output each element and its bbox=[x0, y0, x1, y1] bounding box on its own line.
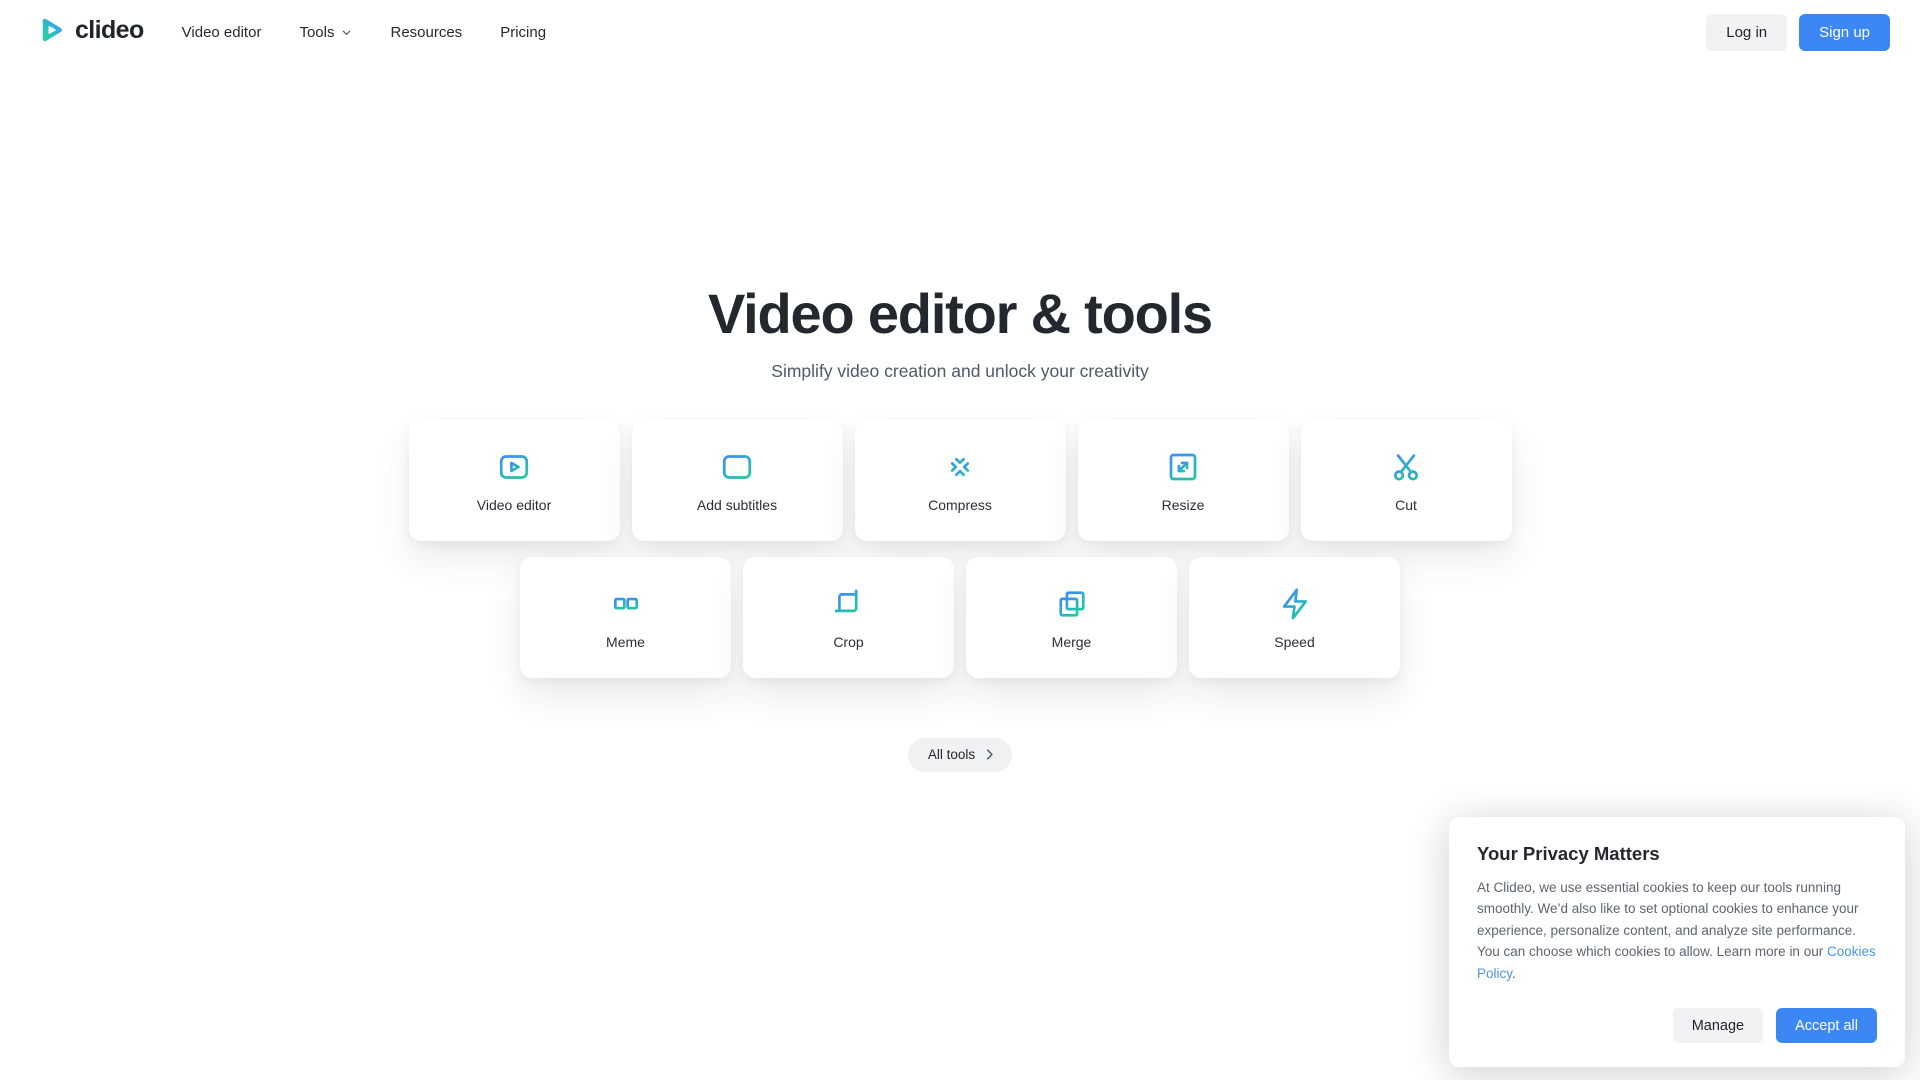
tool-card-compress[interactable]: Compress bbox=[855, 420, 1066, 541]
crop-icon bbox=[830, 585, 868, 623]
nav-item-label: Resources bbox=[390, 24, 462, 41]
tool-card-add-subtitles[interactable]: Add subtitles bbox=[632, 420, 843, 541]
tool-card-label: Speed bbox=[1274, 634, 1314, 650]
lightning-icon bbox=[1276, 585, 1314, 623]
tool-card-label: Video editor bbox=[477, 497, 551, 513]
nav-item-pricing[interactable]: Pricing bbox=[500, 24, 546, 41]
page-title: Video editor & tools bbox=[0, 285, 1920, 344]
tool-card-cut[interactable]: Cut bbox=[1301, 420, 1512, 541]
compress-icon bbox=[941, 448, 979, 486]
tool-card-resize[interactable]: Resize bbox=[1078, 420, 1289, 541]
main-content: Video editor & tools Simplify video crea… bbox=[0, 285, 1920, 772]
login-button[interactable]: Log in bbox=[1706, 14, 1787, 51]
video-editor-icon bbox=[495, 448, 533, 486]
nav-item-resources[interactable]: Resources bbox=[390, 24, 462, 41]
all-tools-label: All tools bbox=[928, 747, 975, 762]
tool-card-label: Merge bbox=[1052, 634, 1092, 650]
cookie-dialog-body: At Clideo, we use essential cookies to k… bbox=[1477, 877, 1877, 985]
tool-card-label: Meme bbox=[606, 634, 645, 650]
resize-icon bbox=[1164, 448, 1202, 486]
signup-button[interactable]: Sign up bbox=[1799, 14, 1890, 51]
meme-icon bbox=[607, 585, 645, 623]
top-nav: clideo Video editor Tools Resources Pric… bbox=[0, 0, 1920, 64]
tool-cards-row: Video editor Add subtitles Compress Resi… bbox=[409, 420, 1512, 541]
tool-cards-row: Meme Crop Merge Speed bbox=[520, 557, 1400, 678]
nav-item-label: Pricing bbox=[500, 24, 546, 41]
tool-card-label: Crop bbox=[833, 634, 863, 650]
tool-card-merge[interactable]: Merge bbox=[966, 557, 1177, 678]
main-nav: Video editor Tools Resources Pricing bbox=[182, 24, 546, 41]
tool-card-label: Resize bbox=[1162, 497, 1205, 513]
subtitles-icon bbox=[718, 448, 756, 486]
manage-cookies-button[interactable]: Manage bbox=[1673, 1008, 1763, 1043]
auth-buttons: Log in Sign up bbox=[1706, 14, 1890, 51]
all-tools-button[interactable]: All tools bbox=[908, 738, 1012, 772]
tool-card-crop[interactable]: Crop bbox=[743, 557, 954, 678]
hero-section: Video editor & tools Simplify video crea… bbox=[0, 285, 1920, 382]
nav-item-video-editor[interactable]: Video editor bbox=[182, 24, 262, 41]
nav-item-label: Video editor bbox=[182, 24, 262, 41]
chevron-right-icon bbox=[982, 747, 997, 762]
tool-card-label: Cut bbox=[1395, 497, 1417, 513]
brand-wordmark: clideo bbox=[75, 16, 144, 45]
page-subtitle: Simplify video creation and unlock your … bbox=[0, 361, 1920, 382]
clideo-logo[interactable]: clideo bbox=[36, 15, 144, 50]
play-logo-icon bbox=[36, 15, 66, 50]
tool-card-speed[interactable]: Speed bbox=[1189, 557, 1400, 678]
scissors-icon bbox=[1387, 448, 1425, 486]
merge-icon bbox=[1053, 585, 1091, 623]
accept-all-cookies-button[interactable]: Accept all bbox=[1776, 1008, 1877, 1043]
nav-item-label: Tools bbox=[299, 24, 334, 41]
nav-item-tools[interactable]: Tools bbox=[299, 24, 352, 41]
tool-card-video-editor[interactable]: Video editor bbox=[409, 420, 620, 541]
cookie-dialog-title: Your Privacy Matters bbox=[1477, 843, 1877, 865]
tool-card-label: Add subtitles bbox=[697, 497, 777, 513]
tool-card-meme[interactable]: Meme bbox=[520, 557, 731, 678]
tool-card-label: Compress bbox=[928, 497, 992, 513]
cookie-body-text: At Clideo, we use essential cookies to k… bbox=[1477, 880, 1858, 960]
tool-cards: Video editor Add subtitles Compress Resi… bbox=[0, 420, 1920, 678]
cookie-body-period: . bbox=[1512, 966, 1516, 981]
chevron-down-icon bbox=[341, 27, 352, 38]
cookie-consent-dialog: Your Privacy Matters At Clideo, we use e… bbox=[1449, 817, 1905, 1068]
